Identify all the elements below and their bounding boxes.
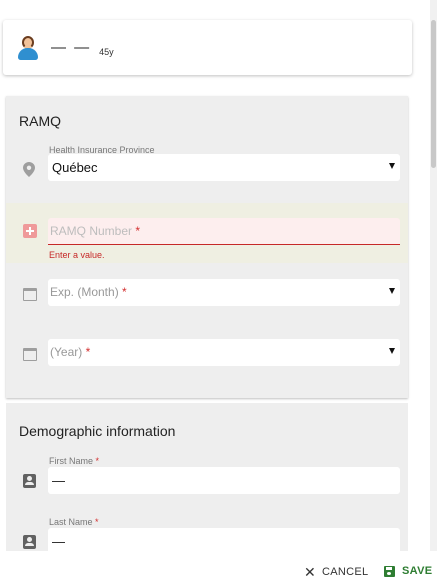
chevron-down-icon [389, 288, 395, 294]
ramq-number-placeholder: RAMQ Number * [50, 224, 141, 238]
ramq-section-title: RAMQ [19, 113, 61, 129]
province-select[interactable]: Québec [48, 154, 400, 181]
first-name-input[interactable]: — [48, 467, 400, 494]
save-disk-icon [384, 565, 395, 577]
patient-age: 45y [99, 46, 114, 57]
patient-name: — — [51, 39, 92, 56]
demographic-section: Demographic information First Name * — L… [6, 403, 408, 551]
chevron-down-icon [389, 348, 395, 354]
patient-form-page: — — 45y RAMQ Health Insurance Province Q… [0, 0, 437, 587]
last-name-input[interactable]: — [48, 528, 400, 551]
chevron-down-icon [389, 163, 395, 169]
person-card-icon [23, 535, 36, 549]
last-name-label: Last Name * [49, 517, 99, 527]
location-pin-icon [23, 162, 35, 177]
close-icon: ✕ [304, 564, 317, 580]
calendar-icon [23, 347, 37, 361]
first-name-label: First Name * [49, 456, 100, 466]
demographic-section-title: Demographic information [19, 423, 176, 439]
person-card-icon [23, 474, 36, 488]
first-name-value: — [52, 473, 65, 488]
province-value: Québec [52, 160, 98, 175]
save-button[interactable]: SAVE [384, 565, 432, 577]
avatar-icon [17, 35, 39, 60]
calendar-icon [23, 287, 37, 301]
save-label: SAVE [402, 565, 433, 577]
ramq-number-input[interactable]: RAMQ Number * [48, 218, 400, 245]
cancel-label: CANCEL [322, 566, 369, 578]
scrollbar[interactable] [430, 0, 437, 551]
ramq-number-row: RAMQ Number * Enter a value. [6, 203, 408, 263]
plus-square-icon [23, 224, 37, 238]
exp-year-select[interactable]: (Year) * [48, 339, 400, 366]
exp-year-placeholder: (Year) * [50, 345, 91, 359]
last-name-value: — [52, 534, 65, 549]
cancel-button[interactable]: ✕ CANCEL [304, 565, 368, 579]
exp-month-placeholder: Exp. (Month) * [50, 285, 127, 299]
form-footer: ✕ CANCEL SAVE [0, 556, 437, 587]
ramq-section: RAMQ Health Insurance Province Québec RA… [6, 96, 408, 398]
ramq-number-error: Enter a value. [49, 250, 105, 260]
form-scroll-area[interactable]: RAMQ Health Insurance Province Québec RA… [0, 90, 437, 551]
patient-header-card: — — 45y [3, 20, 412, 75]
exp-month-select[interactable]: Exp. (Month) * [48, 279, 400, 306]
scrollbar-thumb[interactable] [431, 20, 436, 168]
